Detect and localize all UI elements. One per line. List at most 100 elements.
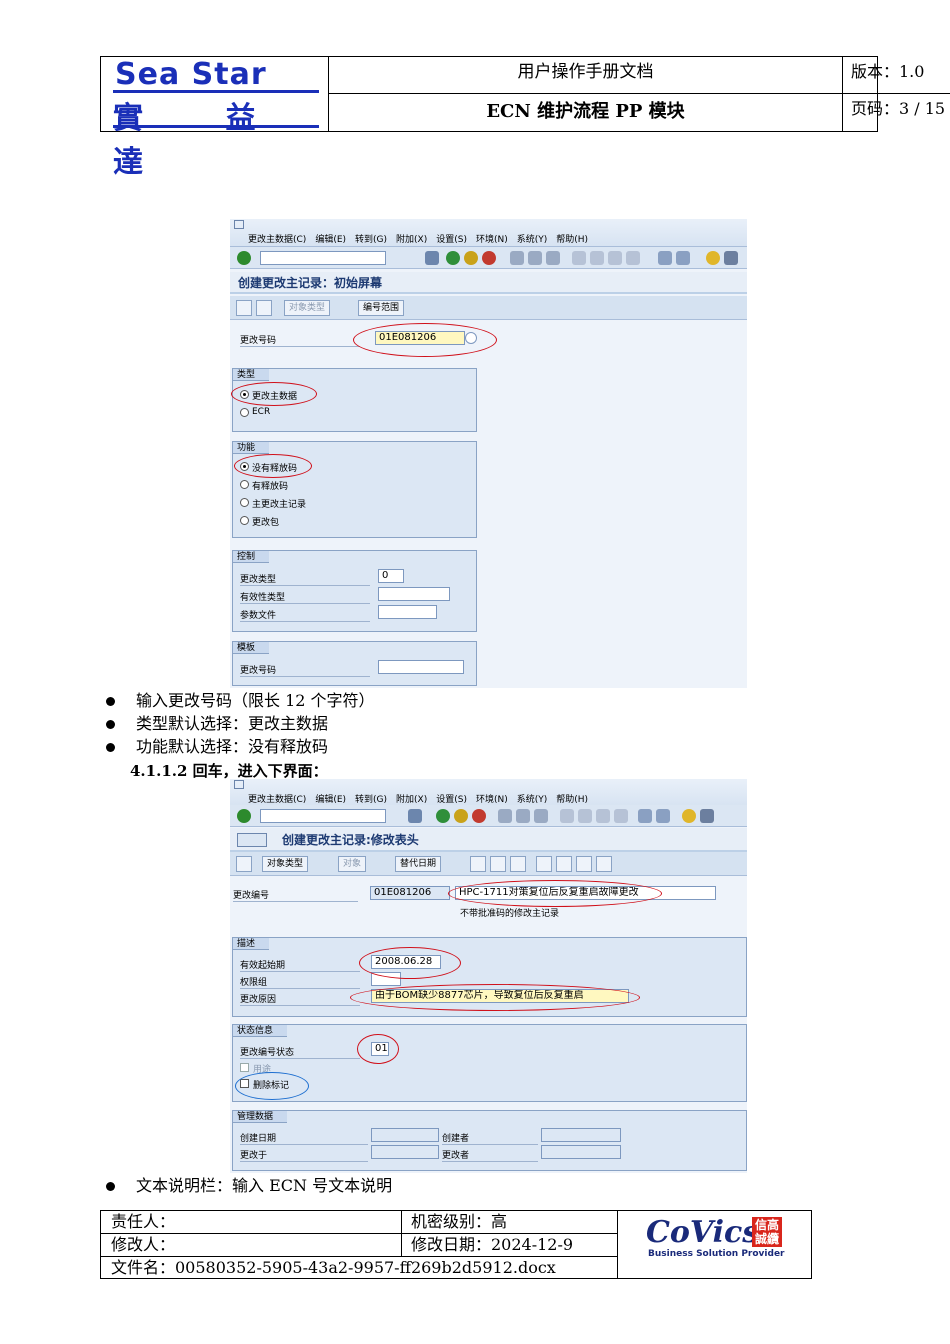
highlight-function [234,454,312,478]
object-type-button[interactable]: 对象类型 [262,856,309,872]
description-group: 描述 有效起始期 2008.06.28 权限组 更改原因 由于BOM缺少8877… [232,937,747,1017]
menu-help[interactable]: 帮助(H) [556,235,588,245]
highlight-change-no [353,323,497,357]
menu-system[interactable]: 系统(Y) [517,795,548,805]
find-icon[interactable] [528,251,542,265]
first-page-icon[interactable] [560,809,574,823]
back-icon[interactable] [446,251,460,265]
command-field[interactable] [260,251,386,265]
object-button[interactable]: 对象 [338,856,367,872]
prev-page-icon[interactable] [590,251,604,265]
last-page-icon[interactable] [614,809,628,823]
print-icon[interactable] [510,251,524,265]
type-group-title: 类型 [233,369,270,381]
help-icon[interactable] [706,251,720,265]
window-icon [234,780,244,789]
section-subheading: 4.1.1.2 回车，进入下界面： [130,762,328,780]
new-session-icon[interactable] [658,251,672,265]
menu-help[interactable]: 帮助(H) [556,795,588,805]
change-type-input[interactable]: 0 [378,569,404,583]
template-change-no-input[interactable] [378,660,464,674]
menu-change-master[interactable]: 更改主数据(C) [248,795,306,805]
new-session-icon[interactable] [638,809,652,823]
bullet-item: 类型默认选择：更改主数据 [104,712,375,735]
type-group: 类型 更改主数据 ECR [231,368,477,432]
menu-settings[interactable]: 设置(S) [436,235,467,245]
number-range-button[interactable]: 编号范围 [358,300,405,316]
copy-icon[interactable] [256,300,272,316]
cancel-icon[interactable] [482,251,496,265]
use-checkbox[interactable] [240,1063,249,1072]
menu-edit[interactable]: 编辑(E) [315,235,346,245]
exit-icon[interactable] [464,251,478,265]
tool-icon[interactable] [556,856,572,872]
prev-page-icon[interactable] [578,809,592,823]
change-no-label: 更改号码 [240,333,360,347]
save-icon[interactable] [425,251,439,265]
window-icon [234,220,244,229]
enter-check-icon[interactable] [237,809,251,823]
changed-by-display [541,1145,621,1159]
menu-environment[interactable]: 环境(N) [476,795,508,805]
first-page-icon[interactable] [572,251,586,265]
layout-icon[interactable] [724,251,738,265]
tool-icon[interactable] [576,856,592,872]
next-page-icon[interactable] [608,251,622,265]
find-next-icon[interactable] [534,809,548,823]
find-icon[interactable] [516,809,530,823]
menu-extras[interactable]: 附加(X) [396,235,427,245]
modifier: 修改人： [111,1235,176,1254]
find-next-icon[interactable] [546,251,560,265]
object-type-button[interactable]: 对象类型 [284,300,331,316]
status-group: 状态信息 更改编号状态 01 用途 删除标记 [232,1024,747,1102]
menu-goto[interactable]: 转到(G) [355,235,387,245]
template-group-title: 模板 [233,642,270,654]
radio-release-key[interactable] [240,480,249,489]
enter-check-icon[interactable] [237,251,251,265]
cancel-icon[interactable] [472,809,486,823]
radio-master-record[interactable] [240,498,249,507]
edit-icon[interactable] [510,856,526,872]
header-table: Sea Star 實 益 達 用户操作手册文档 ECN 维护流程 PP 模块 版… [100,56,950,180]
radio-ecr[interactable] [240,408,249,417]
menu-goto[interactable]: 转到(G) [355,795,387,805]
menu-environment[interactable]: 环境(N) [476,235,508,245]
last-page-icon[interactable] [626,251,640,265]
next-page-icon[interactable] [596,809,610,823]
radio-ecr-label: ECR [252,407,271,417]
header-details-icon[interactable] [237,833,267,847]
bullet-item: 输入更改号码（限长 12 个字符） [104,689,375,712]
menu-extras[interactable]: 附加(X) [396,795,427,805]
tool-icon[interactable] [596,856,612,872]
covics-tagline: Business Solution Provider [648,1249,785,1259]
tool-icon[interactable] [490,856,506,872]
save-icon[interactable] [408,809,422,823]
help-icon[interactable] [682,809,696,823]
bullet-item: 功能默认选择：没有释放码 [104,735,375,758]
radio-release-key-label: 有释放码 [252,482,289,492]
function-group-title: 功能 [233,442,270,454]
menu-system[interactable]: 系统(Y) [517,235,548,245]
print-icon[interactable] [498,809,512,823]
tool-icon[interactable] [470,856,486,872]
display-icon[interactable] [236,856,252,872]
shortcut-icon[interactable] [676,251,690,265]
display-icon[interactable] [236,300,252,316]
menu-settings[interactable]: 设置(S) [436,795,467,805]
seastar-logo: Sea Star 實 益 達 [101,57,329,180]
validity-type-input[interactable] [378,587,450,601]
profile-input[interactable] [378,605,437,619]
menu-edit[interactable]: 编辑(E) [315,795,346,805]
layout-icon[interactable] [700,809,714,823]
back-icon[interactable] [436,809,450,823]
tool-icon[interactable] [536,856,552,872]
alt-date-button[interactable]: 替代日期 [395,856,442,872]
logo-text-cn: 實 益 達 [113,101,292,180]
highlight-valid-from [359,947,461,979]
command-field[interactable] [260,809,386,823]
shortcut-icon[interactable] [656,809,670,823]
exit-icon[interactable] [454,809,468,823]
radio-change-package[interactable] [240,516,249,525]
menu-change-master[interactable]: 更改主数据(C) [248,235,306,245]
bullet-list-1: 输入更改号码（限长 12 个字符） 类型默认选择：更改主数据 功能默认选择：没有… [104,689,375,758]
